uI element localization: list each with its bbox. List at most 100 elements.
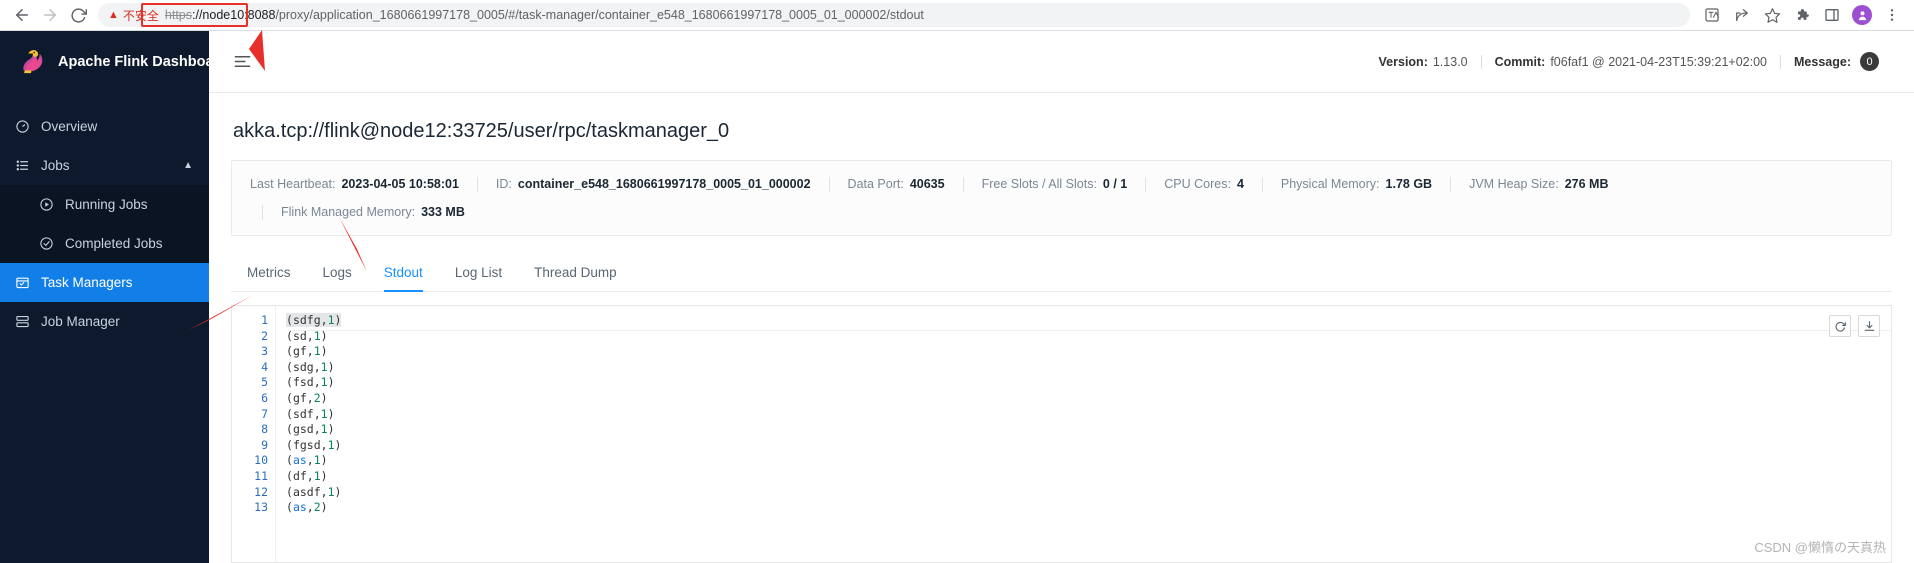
version-info: Version: 1.13.0: [1366, 55, 1481, 69]
message-count-badge: 0: [1860, 52, 1879, 71]
download-icon[interactable]: [1858, 315, 1880, 337]
side-panel-icon[interactable]: [1818, 1, 1846, 29]
extensions-puzzle-icon[interactable]: [1788, 1, 1816, 29]
hamburger-menu-icon[interactable]: [231, 51, 253, 73]
sidebar-item-label: Task Managers: [41, 275, 133, 290]
top-bar: Version: 1.13.0 Commit: f06faf1 @ 2021-0…: [209, 31, 1914, 93]
list-icon: [14, 158, 30, 174]
tab-metrics[interactable]: Metrics: [231, 254, 307, 291]
info-key: Flink Managed Memory:: [281, 205, 416, 219]
forward-icon[interactable]: [36, 1, 64, 29]
commit-value: f06faf1 @ 2021-04-23T15:39:21+02:00: [1550, 54, 1768, 69]
refresh-icon[interactable]: [1829, 315, 1851, 337]
content-area: akka.tcp://flink@node12:33725/user/rpc/t…: [187, 93, 1914, 563]
back-icon[interactable]: [8, 1, 36, 29]
editor-top-rule: [288, 330, 1890, 331]
main-area: Version: 1.13.0 Commit: f06faf1 @ 2021-0…: [187, 31, 1914, 563]
line-number: 6: [261, 390, 268, 405]
info-key: CPU Cores:: [1164, 177, 1231, 191]
taskmanager-info-card: Last Heartbeat: 2023-04-05 10:58:01 ID: …: [231, 160, 1892, 236]
stdout-viewer: 1 2 3 4 5 6 7 8 9 10 11 12 13 (sdfg,1) (…: [231, 305, 1892, 563]
line-number: 12: [254, 484, 268, 499]
code-line: (gsd,1): [286, 422, 335, 437]
info-data-port: Data Port: 40635: [830, 177, 963, 191]
translate-icon[interactable]: [1698, 1, 1726, 29]
info-row-secondary: Flink Managed Memory: 333 MB: [232, 198, 1891, 226]
url-path: /proxy/application_1680661997178_0005/#/…: [275, 8, 924, 22]
code-line: (sdg,1): [286, 359, 335, 374]
watermark: CSDN @懒惰の天真热: [1754, 540, 1886, 555]
task-manager-icon: [14, 275, 30, 291]
info-id: ID: container_e548_1680661997178_0005_01…: [478, 177, 829, 191]
sidebar-item-overview[interactable]: Overview: [0, 107, 209, 146]
page-title: akka.tcp://flink@node12:33725/user/rpc/t…: [233, 120, 730, 142]
chrome-menu-icon[interactable]: [1878, 1, 1906, 29]
code-line: (as,2): [286, 500, 328, 515]
sidebar-item-jobs[interactable]: Jobs ▲: [0, 146, 209, 185]
reload-icon[interactable]: [64, 1, 92, 29]
commit-label: Commit:: [1494, 54, 1546, 69]
info-key: Last Heartbeat:: [250, 177, 336, 191]
profile-avatar[interactable]: [1848, 1, 1876, 29]
sidebar-item-label: Running Jobs: [65, 197, 148, 212]
info-value: 4: [1236, 177, 1244, 191]
info-value: 40635: [909, 177, 945, 191]
stdout-code[interactable]: (sdfg,1) (sd,1) (gf,1) (sdg,1) (fsd,1) (…: [276, 306, 1891, 562]
url-text: https://node10:8088/proxy/application_16…: [165, 8, 924, 22]
security-warning-label: 不安全: [122, 8, 159, 23]
info-value: 0 / 1: [1102, 177, 1128, 191]
browser-toolbar: ▲ 不安全 https://node10:8088/proxy/applicat…: [0, 0, 1914, 71]
play-circle-icon: [38, 197, 54, 213]
code-line: (fsd,1): [286, 375, 335, 390]
sidebar-item-label: Job Manager: [41, 314, 120, 329]
flink-squirrel-logo: [23, 50, 43, 74]
code-line: (sdfg,1): [286, 313, 342, 327]
code-line: (gf,1): [286, 344, 328, 359]
line-number: 13: [254, 500, 268, 515]
job-manager-icon: [14, 314, 30, 330]
info-value: 2023-04-05 10:58:01: [341, 177, 459, 191]
tab-stdout[interactable]: Stdout: [368, 254, 439, 292]
tab-logs[interactable]: Logs: [307, 254, 368, 291]
info-value: 276 MB: [1564, 177, 1609, 191]
sidebar-item-running-jobs[interactable]: Running Jobs: [0, 185, 209, 224]
info-last-heartbeat: Last Heartbeat: 2023-04-05 10:58:01: [232, 177, 477, 191]
bookmark-star-icon[interactable]: [1758, 1, 1786, 29]
info-key: JVM Heap Size:: [1469, 177, 1559, 191]
sidebar-nav: Overview Jobs ▲ Running Jobs Completed J…: [0, 107, 209, 341]
brand-title: Apache Flink Dashboard: [58, 54, 209, 70]
message-info[interactable]: Message: 0: [1781, 52, 1892, 71]
line-number: 9: [261, 437, 268, 452]
version-value: 1.13.0: [1432, 54, 1468, 69]
warning-triangle-icon: ▲: [108, 8, 119, 21]
tab-thread-dump[interactable]: Thread Dump: [518, 254, 633, 291]
sidebar-item-label: Overview: [41, 119, 98, 134]
sidebar-item-completed-jobs[interactable]: Completed Jobs: [0, 224, 209, 263]
tab-bar: Metrics Logs Stdout Log List Thread Dump: [231, 254, 1892, 292]
sidebar-item-task-managers[interactable]: Task Managers: [0, 263, 209, 302]
info-value: container_e548_1680661997178_0005_01_000…: [517, 177, 811, 191]
share-icon[interactable]: [1728, 1, 1756, 29]
brand[interactable]: Apache Flink Dashboard: [0, 31, 209, 93]
code-line: (gf,2): [286, 390, 328, 405]
code-line: (fgsd,1): [286, 437, 342, 452]
line-number: 7: [261, 406, 268, 421]
line-number: 3: [261, 344, 268, 359]
app-root: Apache Flink Dashboard Overview Jobs ▲: [0, 31, 1914, 563]
line-number: 11: [254, 468, 268, 483]
sidebar-item-job-manager[interactable]: Job Manager: [0, 302, 209, 341]
sidebar-item-label: Completed Jobs: [65, 236, 163, 251]
address-bar[interactable]: ▲ 不安全 https://node10:8088/proxy/applicat…: [98, 3, 1690, 27]
tab-log-list[interactable]: Log List: [439, 254, 518, 291]
info-flink-managed-memory: Flink Managed Memory: 333 MB: [263, 205, 483, 219]
line-number-gutter: 1 2 3 4 5 6 7 8 9 10 11 12 13: [232, 306, 276, 562]
security-warning[interactable]: ▲ 不安全: [108, 7, 159, 24]
sidebar-subnav-jobs: Running Jobs Completed Jobs: [0, 185, 209, 263]
info-value: 333 MB: [421, 205, 465, 219]
info-key: ID:: [495, 177, 512, 191]
horizontal-scrollbar[interactable]: [232, 557, 1891, 562]
editor-actions: [1829, 315, 1880, 337]
dashboard-icon: [14, 119, 30, 135]
code-line: (asdf,1): [286, 484, 342, 499]
info-row-primary: Last Heartbeat: 2023-04-05 10:58:01 ID: …: [232, 170, 1891, 198]
